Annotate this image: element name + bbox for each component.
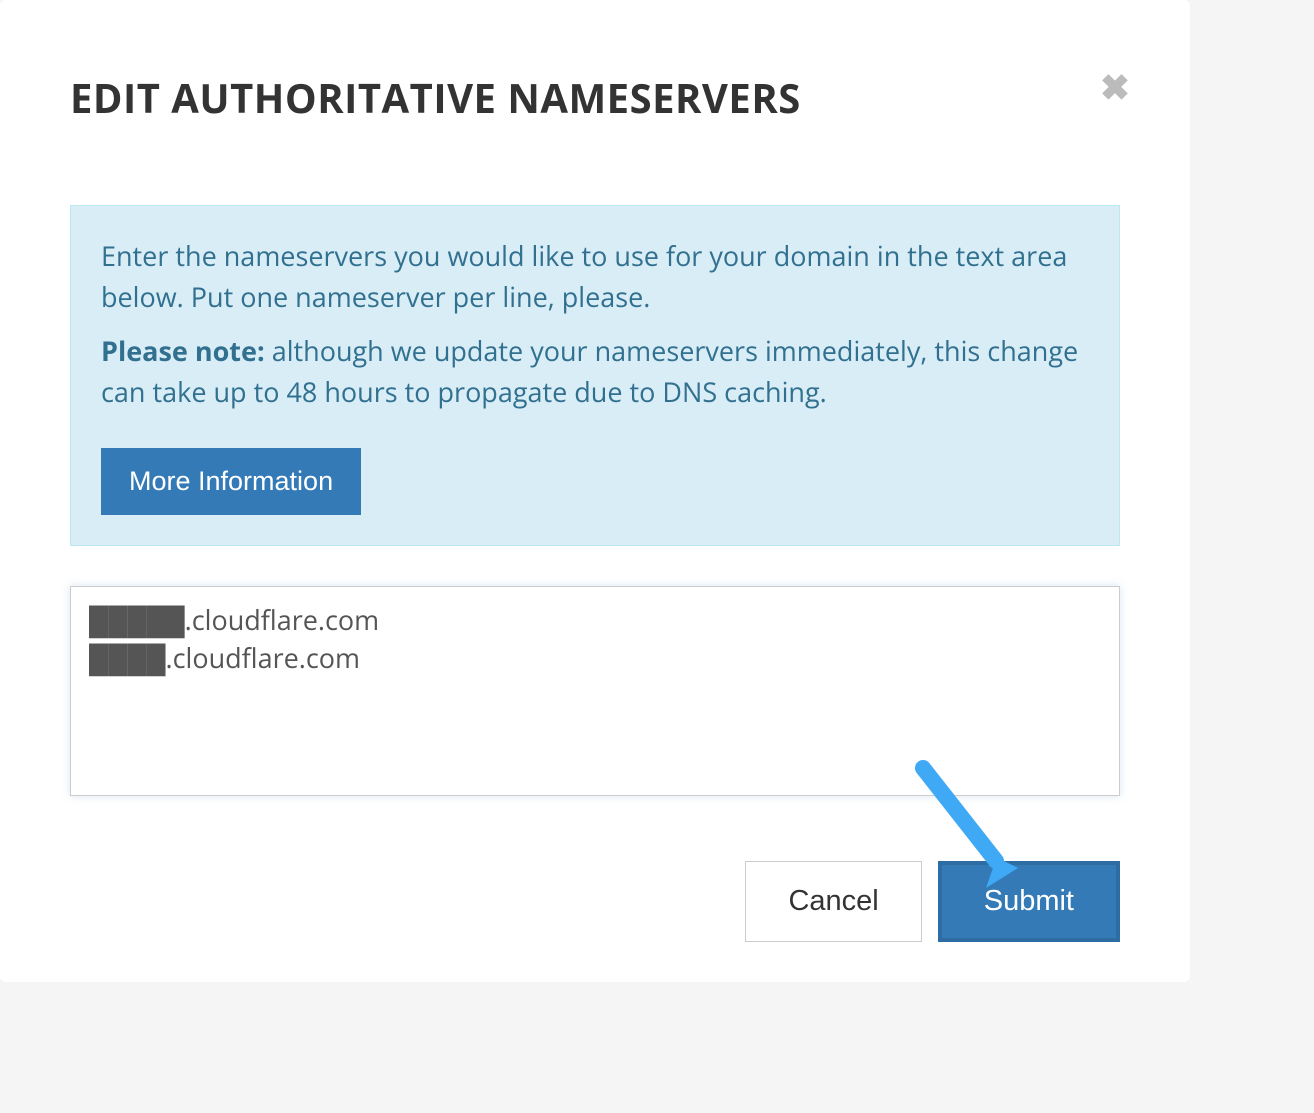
close-icon: ✖	[1100, 67, 1130, 108]
more-information-button[interactable]: More Information	[101, 448, 361, 515]
button-row: Cancel Submit	[70, 861, 1120, 942]
modal-title: EDIT AUTHORITATIVE NAMESERVERS	[70, 70, 1120, 125]
close-button[interactable]: ✖	[1100, 70, 1130, 106]
submit-button[interactable]: Submit	[938, 861, 1120, 942]
info-note: Please note: although we update your nam…	[101, 331, 1089, 412]
info-instructions: Enter the nameservers you would like to …	[101, 236, 1089, 317]
nameservers-textarea[interactable]	[70, 586, 1120, 796]
edit-nameservers-modal: ✖ EDIT AUTHORITATIVE NAMESERVERS Enter t…	[0, 0, 1190, 982]
info-panel: Enter the nameservers you would like to …	[70, 205, 1120, 546]
cancel-button[interactable]: Cancel	[745, 861, 921, 942]
info-note-label: Please note:	[101, 332, 265, 369]
